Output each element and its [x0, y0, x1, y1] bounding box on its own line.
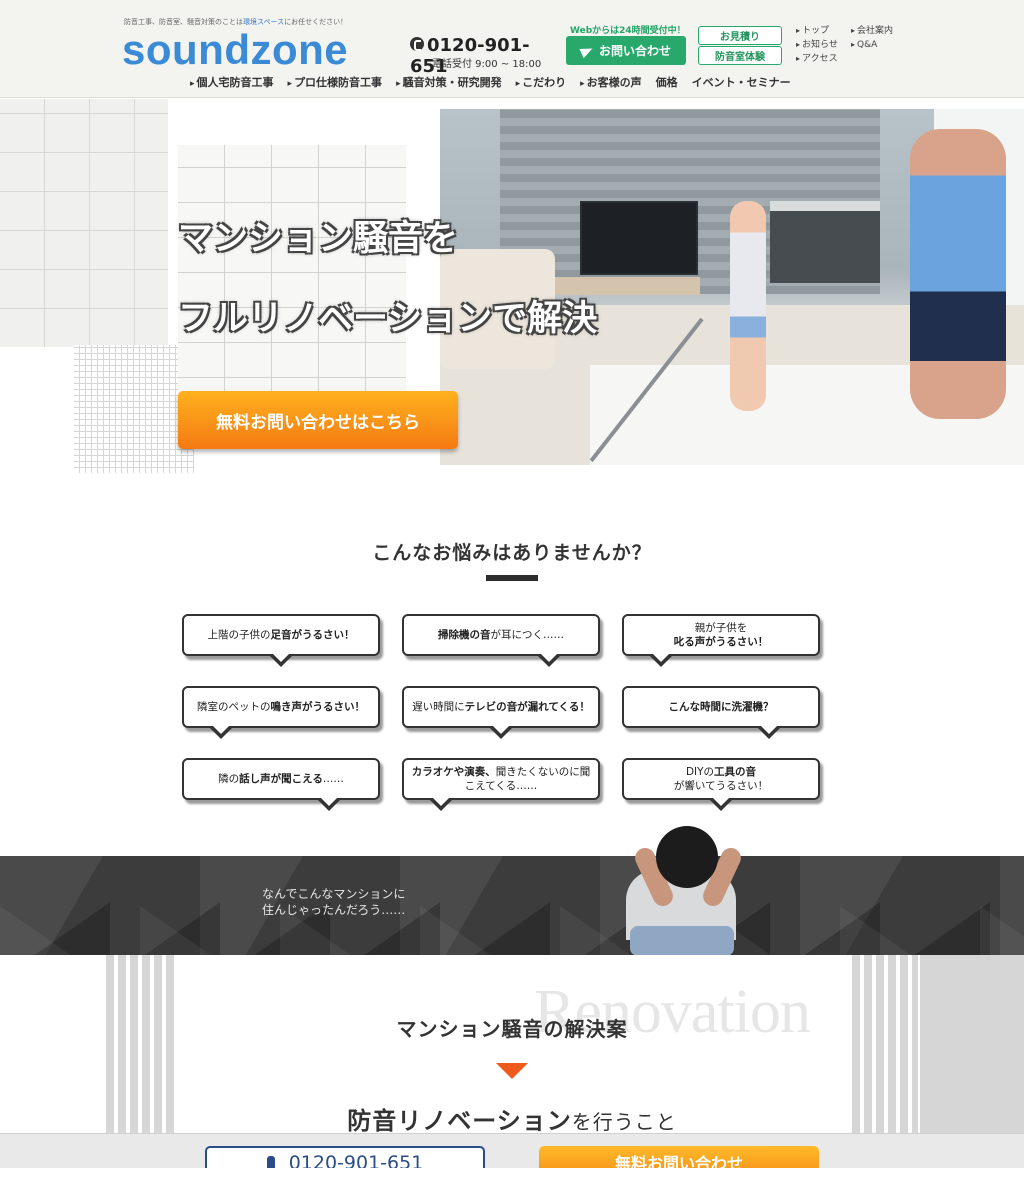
dark-banner: [0, 856, 1024, 955]
worry-bubble: 隣室のペットの鳴き声がうるさい！: [182, 686, 380, 739]
phone-hours: 電話受付 9:00 ~ 18:00: [432, 59, 542, 70]
phone-icon: [410, 36, 424, 51]
top-link-news[interactable]: お知らせ: [796, 38, 838, 52]
hero-cta-button[interactable]: 無料お問い合わせはこちら: [178, 391, 458, 449]
company-name-link[interactable]: 環境スペース: [243, 18, 284, 26]
blueprint-image: [0, 99, 168, 347]
global-nav: 個人宅防音工事 プロ仕様防音工事 騒音対策・研究開発 こだわり お客様の声 価格…: [190, 74, 805, 90]
top-links-primary: トップ お知らせ アクセス: [796, 24, 838, 66]
worried-man-photo: [616, 822, 750, 956]
hero-title-line1: マンション騒音を: [178, 219, 459, 259]
sticky-phone-button[interactable]: 0120-901-651: [205, 1146, 485, 1168]
nav-item-noise-research[interactable]: 騒音対策・研究開発: [396, 74, 502, 90]
top-links-secondary: 会社案内 Q&A: [851, 24, 893, 52]
site-header: 防音工事、防音室、騒音対策のことは環境スペースにお任せください！ soundzo…: [0, 0, 1024, 98]
nav-item-home-soundproofing[interactable]: 個人宅防音工事: [190, 74, 274, 90]
worry-bubble: こんな時間に洗濯機？: [622, 686, 820, 739]
worry-bubble: 上階の子供の足音がうるさい！: [182, 614, 380, 667]
nav-item-commitment[interactable]: こだわり: [516, 74, 566, 90]
top-link-access[interactable]: アクセス: [796, 52, 838, 66]
solution-section: Renovation マンション騒音の解決案 防音リノベーションを行うこと: [0, 955, 1024, 1135]
sticky-contact-button[interactable]: 無料お問い合わせ: [539, 1146, 819, 1168]
site-logo[interactable]: soundzone: [122, 27, 348, 73]
worry-bubble: カラオケや演奏、聞きたくないのに聞こえてくる……: [402, 758, 600, 811]
page-bottom: [0, 1168, 1024, 1180]
nav-item-events[interactable]: イベント・セミナー: [692, 74, 791, 90]
grid-paper-image: [74, 345, 194, 473]
worry-bubble: 掃除機の音が耳につく……: [402, 614, 600, 667]
worry-bubble: 隣の話し声が聞こえる……: [182, 758, 380, 811]
quote-button[interactable]: お見積り: [698, 26, 782, 45]
contact-button[interactable]: お問い合わせ: [566, 36, 686, 65]
title-underline: [486, 575, 538, 581]
sticky-footer-bar: 0120-901-651 無料お問い合わせ: [0, 1133, 1024, 1168]
hero-title-line2: フルリノベーションで解決: [178, 299, 598, 339]
nav-item-pro-soundproofing[interactable]: プロ仕様防音工事: [288, 74, 382, 90]
down-arrow-icon: [496, 1063, 528, 1079]
worry-bubbles: 上階の子供の足音がうるさい！ 掃除機の音が耳につく…… 親が子供を 叱る声がうるさ…: [182, 614, 822, 814]
web-24h-note: Webからは24時間受付中！: [570, 26, 686, 36]
worries-title: こんなお悩みはありませんか？: [372, 542, 652, 564]
hero-title: マンション騒音を フルリノベーションで解決: [178, 199, 597, 359]
contact-button-label: お問い合わせ: [598, 44, 671, 58]
phone-icon: [266, 1156, 275, 1168]
experience-button[interactable]: 防音室体験: [698, 46, 782, 65]
nav-item-testimonials[interactable]: お客様の声: [580, 74, 642, 90]
hero: マンション騒音を フルリノベーションで解決 無料お問い合わせはこちら: [0, 99, 1024, 485]
header-phone[interactable]: 0120-901-651 電話受付 9:00 ~ 18:00: [410, 35, 558, 77]
top-link-company[interactable]: 会社案内: [851, 24, 893, 38]
top-link-top[interactable]: トップ: [796, 24, 838, 38]
worry-bubble: 遅い時間にテレビの音が漏れてくる！: [402, 686, 600, 739]
paper-plane-icon: [579, 43, 595, 58]
solution-title: マンション騒音の解決案: [396, 1017, 628, 1041]
solution-subtitle: 防音リノベーションを行うこと: [347, 1107, 677, 1135]
worry-bubble: 親が子供を 叱る声がうるさい！: [622, 614, 820, 667]
top-link-faq[interactable]: Q&A: [851, 38, 893, 52]
nav-item-price[interactable]: 価格: [656, 74, 678, 90]
banner-text: なんでこんなマンションに 住んじゃったんだろう……: [262, 887, 406, 917]
worry-bubble: DIYの工具の音 が響いてうるさい！: [622, 758, 820, 811]
